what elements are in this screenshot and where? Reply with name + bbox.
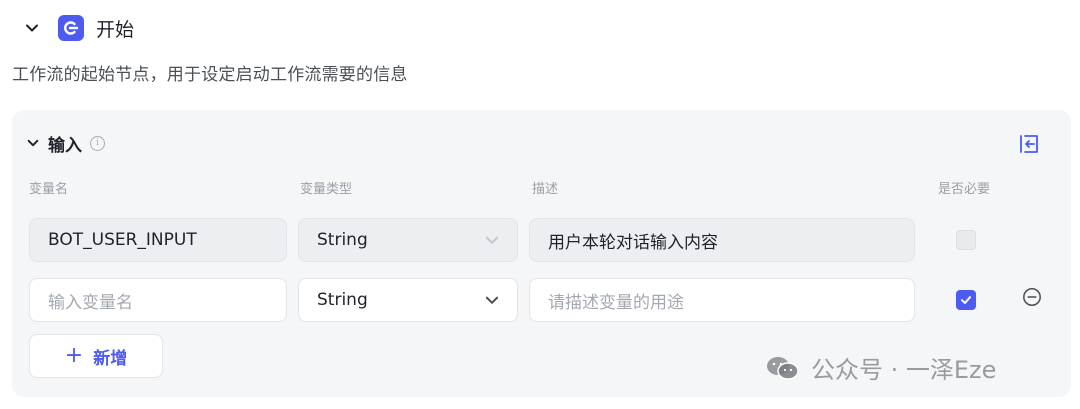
- export-button[interactable]: [1017, 132, 1041, 156]
- input-section-header: 输入 i: [26, 130, 105, 156]
- export-icon: [1020, 135, 1038, 153]
- required-checkbox[interactable]: [956, 290, 976, 310]
- node-title: 开始: [96, 18, 135, 41]
- variable-description-input[interactable]: 请描述变量的用途: [529, 278, 915, 322]
- variable-description-placeholder: 请描述变量的用途: [548, 292, 684, 313]
- column-header-required: 是否必要: [938, 182, 991, 197]
- input-section-title: 输入: [48, 135, 82, 156]
- plus-icon: +: [64, 342, 84, 368]
- required-checkbox: [956, 230, 976, 250]
- variable-type-select: String: [298, 218, 518, 262]
- node-description: 工作流的起始节点，用于设定启动工作流需要的信息: [12, 65, 408, 85]
- wechat-icon: [767, 356, 799, 380]
- collapse-input-toggle[interactable]: [26, 136, 40, 150]
- variable-description-field: 用户本轮对话输入内容: [529, 218, 915, 262]
- node-start-icon: [58, 15, 84, 41]
- column-header-type: 变量类型: [300, 182, 353, 197]
- variable-name-value: BOT_USER_INPUT: [48, 230, 197, 250]
- dropdown-arrow-icon: [485, 296, 499, 304]
- variable-name-field: BOT_USER_INPUT: [29, 218, 287, 262]
- variable-name-placeholder: 输入变量名: [48, 292, 133, 313]
- variable-type-select[interactable]: String: [298, 278, 518, 322]
- check-icon: [961, 296, 971, 304]
- variable-type-value: String: [317, 290, 368, 310]
- collapse-node-toggle[interactable]: [20, 16, 44, 40]
- watermark: 公众号 · 一泽Eze: [765, 350, 996, 385]
- column-header-name: 变量名: [29, 182, 69, 197]
- node-header: 开始: [20, 12, 134, 44]
- chevron-down-icon: [26, 24, 38, 32]
- variable-name-input[interactable]: 输入变量名: [29, 278, 287, 322]
- watermark-text: 公众号 · 一泽Eze: [811, 356, 997, 384]
- variable-description-value: 用户本轮对话输入内容: [548, 232, 718, 253]
- info-icon[interactable]: i: [90, 135, 105, 151]
- dropdown-arrow-icon: [485, 236, 499, 244]
- column-header-description: 描述: [532, 182, 559, 197]
- add-variable-label: 新增: [93, 348, 128, 369]
- add-variable-button[interactable]: + 新增: [29, 334, 163, 378]
- chevron-down-icon: [27, 139, 39, 147]
- variable-type-value: String: [317, 230, 368, 250]
- remove-circle-icon[interactable]: [1022, 287, 1042, 307]
